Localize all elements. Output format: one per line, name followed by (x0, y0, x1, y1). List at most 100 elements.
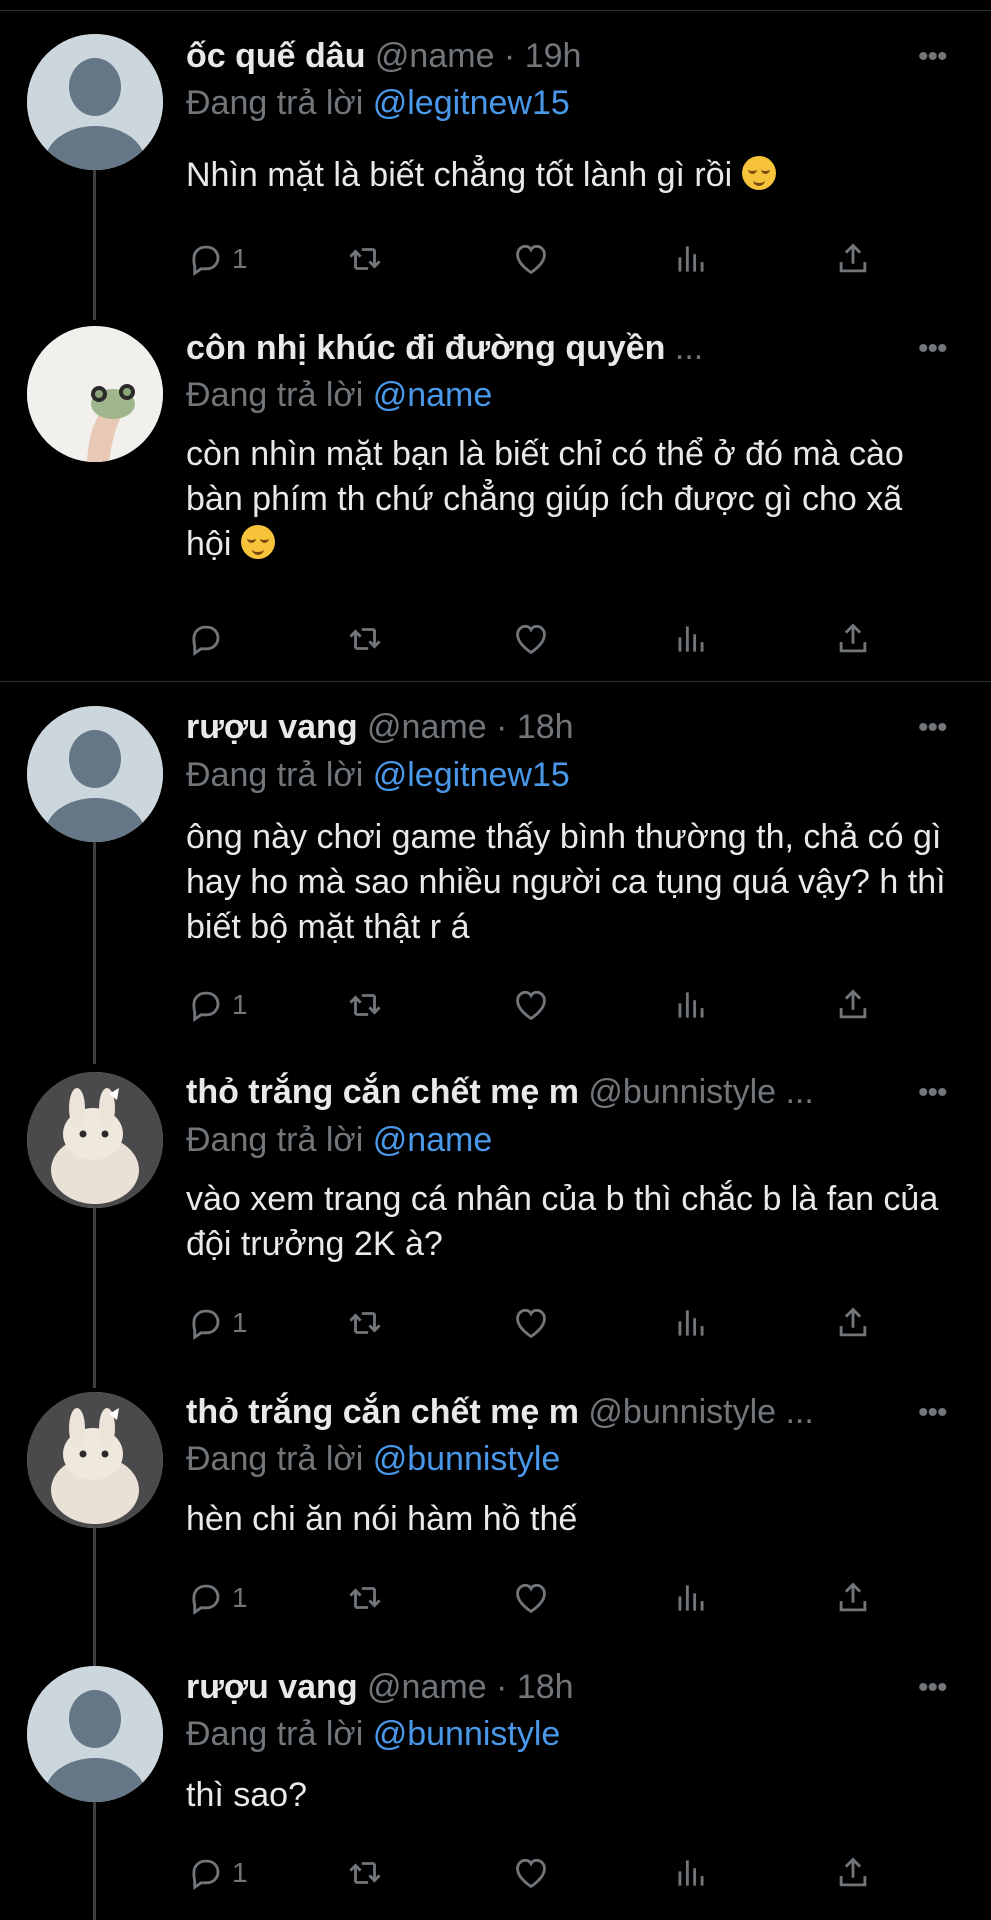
reply-button[interactable]: 1 (186, 985, 248, 1025)
like-icon (516, 244, 546, 275)
mention-link[interactable]: @bunnistyle (373, 1715, 561, 1753)
reply-icon (192, 1859, 220, 1890)
display-name[interactable]: thỏ trắng cắn chết mẹ m (186, 1393, 579, 1431)
analytics-button[interactable] (672, 1578, 710, 1618)
analytics-button[interactable] (672, 1853, 710, 1893)
like-button[interactable] (512, 985, 550, 1025)
analytics-icon (678, 246, 704, 272)
reply-count: 1 (232, 989, 248, 1020)
mention-link[interactable]: @bunnistyle (373, 1440, 561, 1478)
share-icon (839, 243, 867, 273)
top-divider (0, 10, 991, 11)
reply-button[interactable]: 1 (186, 1578, 248, 1618)
like-icon (516, 1583, 546, 1614)
like-button[interactable] (512, 1853, 550, 1893)
replying-to-label: Đang trả lời (186, 84, 364, 122)
tweet-text: thì sao? (186, 1776, 307, 1814)
tweet-text: còn nhìn mặt bạn là biết chỉ có thể ở đó… (186, 435, 904, 563)
retweet-button[interactable] (346, 239, 384, 279)
avatar[interactable] (27, 1392, 163, 1528)
avatar[interactable] (27, 706, 163, 842)
analytics-icon (678, 626, 704, 652)
analytics-icon (678, 1585, 704, 1611)
retweet-icon (349, 248, 381, 270)
retweet-button[interactable] (346, 619, 384, 659)
avatar[interactable] (27, 326, 163, 462)
mention-link[interactable]: @legitnew15 (373, 84, 570, 122)
share-icon (839, 1582, 867, 1612)
analytics-icon (678, 1860, 704, 1886)
tweet-text: Nhìn mặt là biết chẳng tốt lành gì rồi (186, 153, 946, 198)
action-bar: 1 (186, 985, 886, 1025)
thread-line (93, 170, 96, 320)
display-name[interactable]: rượu vang (186, 1668, 358, 1706)
reply-count: 1 (232, 1857, 248, 1888)
reply-icon (192, 625, 220, 656)
replying-to-label: Đang trả lời (186, 756, 364, 794)
avatar[interactable] (27, 34, 163, 170)
handle-timestamp: @name · 19h (374, 37, 582, 75)
retweet-button[interactable] (346, 1578, 384, 1618)
thread-line (93, 1802, 96, 1920)
mention-link[interactable]: @name (373, 376, 493, 414)
handle-timestamp: @bunnistyle ... (588, 1393, 814, 1431)
analytics-icon (678, 1310, 704, 1336)
like-button[interactable] (512, 239, 550, 279)
tweet-text: vào xem trang cá nhân của b thì chắc b l… (186, 1180, 939, 1263)
tweet-text: ông này chơi game thấy bình thường th, c… (186, 818, 946, 946)
replying-to-label: Đang trả lời (186, 1121, 364, 1159)
reply-button[interactable]: 1 (186, 1853, 248, 1893)
reply-count: 1 (232, 1582, 248, 1613)
thread-line (93, 1208, 96, 1388)
share-icon (839, 1307, 867, 1337)
share-icon (839, 623, 867, 653)
thread-line (93, 842, 96, 1064)
like-button[interactable] (512, 1578, 550, 1618)
reply-icon (192, 245, 220, 276)
display-name[interactable]: ốc quế dâu (186, 37, 365, 75)
reply-button[interactable]: 1 (186, 239, 248, 279)
more-icon[interactable]: ••• (918, 1398, 947, 1428)
like-button[interactable] (512, 619, 550, 659)
like-button[interactable] (512, 1303, 550, 1343)
more-icon[interactable]: ••• (918, 334, 947, 364)
share-button[interactable] (834, 239, 872, 279)
share-button[interactable] (834, 1303, 872, 1343)
reply-icon (192, 1309, 220, 1340)
analytics-button[interactable] (672, 985, 710, 1025)
share-button[interactable] (834, 1853, 872, 1893)
analytics-button[interactable] (672, 619, 710, 659)
avatar[interactable] (27, 1666, 163, 1802)
mention-link[interactable]: @legitnew15 (373, 756, 570, 794)
retweet-button[interactable] (346, 1303, 384, 1343)
analytics-button[interactable] (672, 1303, 710, 1343)
action-bar: 1 (186, 1578, 886, 1618)
more-icon[interactable]: ••• (918, 1078, 947, 1108)
share-button[interactable] (834, 1578, 872, 1618)
relieved-face-icon (741, 156, 776, 190)
display-name[interactable]: rượu vang (186, 708, 358, 746)
replying-to-label: Đang trả lời (186, 376, 364, 414)
like-icon (516, 990, 546, 1021)
thread-divider (0, 681, 991, 682)
display-name[interactable]: côn nhị khúc đi đường quyền (186, 329, 665, 367)
reply-icon (192, 991, 220, 1022)
retweet-button[interactable] (346, 1853, 384, 1893)
mention-link[interactable]: @name (373, 1121, 493, 1159)
analytics-button[interactable] (672, 239, 710, 279)
replying-to-label: Đang trả lời (186, 1440, 364, 1478)
reply-button[interactable]: 1 (186, 1303, 248, 1343)
more-icon[interactable]: ••• (918, 42, 947, 72)
reply-button[interactable] (186, 619, 232, 659)
avatar[interactable] (27, 1072, 163, 1208)
retweet-button[interactable] (346, 985, 384, 1025)
retweet-icon (349, 1587, 381, 1609)
share-button[interactable] (834, 619, 872, 659)
action-bar (186, 619, 886, 659)
share-button[interactable] (834, 985, 872, 1025)
display-name[interactable]: thỏ trắng cắn chết mẹ m (186, 1073, 579, 1111)
replying-to-label: Đang trả lời (186, 1715, 364, 1753)
more-icon[interactable]: ••• (918, 713, 947, 743)
reply-count: 1 (232, 1307, 248, 1338)
more-icon[interactable]: ••• (918, 1673, 947, 1703)
